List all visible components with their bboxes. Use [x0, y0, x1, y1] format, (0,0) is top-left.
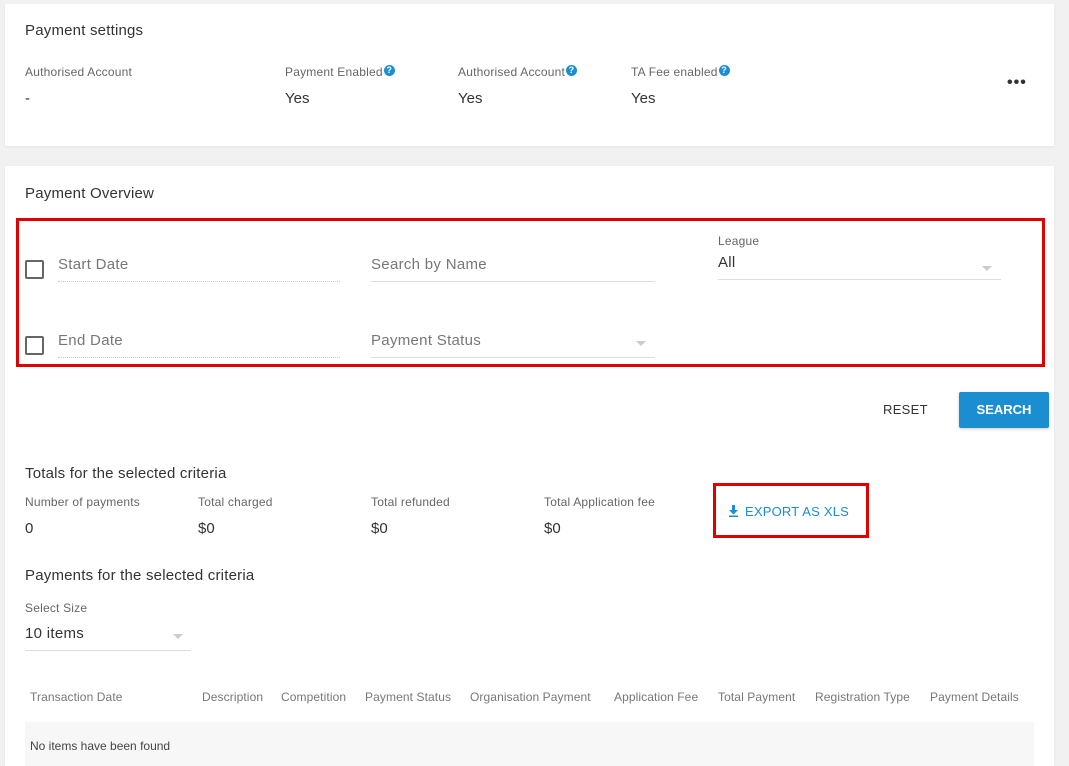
total-refunded-value: $0 [371, 520, 388, 537]
total-application-fee-value: $0 [544, 520, 561, 537]
authorised-account-status-label: Authorised Account? [458, 65, 578, 79]
reset-button[interactable]: RESET [883, 402, 928, 417]
total-charged-value: $0 [198, 520, 215, 537]
total-application-fee-label: Total Application fee [544, 495, 655, 509]
start-date-input[interactable]: Start Date [58, 256, 340, 282]
payments-title: Payments for the selected criteria [25, 567, 255, 584]
payment-enabled-label: Payment Enabled? [285, 65, 395, 79]
select-size-value: 10 items [25, 625, 85, 642]
column-header[interactable]: Competition [281, 690, 346, 704]
authorised-account-label: Authorised Account [25, 65, 133, 79]
total-refunded-label: Total refunded [371, 495, 450, 509]
more-options-icon[interactable]: ••• [1007, 74, 1027, 92]
end-date-input[interactable]: End Date [58, 332, 340, 358]
chevron-down-icon [173, 634, 183, 639]
help-icon[interactable]: ? [718, 65, 730, 76]
column-header[interactable]: Total Payment [718, 690, 795, 704]
payment-settings-card: Payment settings Authorised Account - Pa… [5, 4, 1054, 146]
column-header[interactable]: Payment Details [930, 690, 1019, 704]
search-button[interactable]: SEARCH [959, 392, 1049, 428]
export-xls-label: EXPORT AS XLS [745, 504, 850, 519]
column-header[interactable]: Registration Type [815, 690, 910, 704]
ta-fee-enabled-value: Yes [631, 90, 656, 107]
totals-title: Totals for the selected criteria [25, 465, 227, 482]
league-select[interactable]: All [718, 254, 1001, 280]
league-label: League [718, 234, 760, 248]
end-date-checkbox[interactable] [25, 336, 44, 355]
column-header[interactable]: Payment Status [365, 690, 451, 704]
start-date-checkbox[interactable] [25, 260, 44, 279]
select-size-label: Select Size [25, 601, 88, 615]
payment-status-select[interactable]: Payment Status [371, 332, 655, 358]
select-size-dropdown[interactable]: 10 items [25, 625, 191, 651]
total-charged-label: Total charged [198, 495, 273, 509]
chevron-down-icon [982, 266, 992, 271]
search-by-name-input[interactable]: Search by Name [371, 256, 655, 282]
column-header[interactable]: Application Fee [614, 690, 698, 704]
ta-fee-enabled-label: TA Fee enabled? [631, 65, 730, 79]
column-header[interactable]: Organisation Payment [470, 690, 591, 704]
number-of-payments-label: Number of payments [25, 495, 140, 509]
league-value: All [718, 254, 736, 271]
payment-overview-card: Payment Overview Start Date Search by Na… [5, 166, 1054, 766]
number-of-payments-value: 0 [25, 520, 34, 537]
help-icon[interactable]: ? [566, 65, 578, 76]
help-icon[interactable]: ? [383, 65, 395, 76]
authorised-account-status-value: Yes [458, 90, 483, 107]
payment-settings-title: Payment settings [25, 22, 144, 39]
export-xls-button[interactable]: EXPORT AS XLS [728, 504, 849, 519]
column-header[interactable]: Description [202, 690, 263, 704]
chevron-down-icon [636, 341, 646, 346]
column-header[interactable]: Transaction Date [30, 690, 123, 704]
payment-overview-title: Payment Overview [25, 185, 155, 202]
download-icon [729, 505, 738, 517]
table-empty-row: No items have been found [25, 722, 1034, 766]
empty-message: No items have been found [30, 739, 171, 753]
authorised-account-value: - [25, 90, 30, 107]
payment-enabled-value: Yes [285, 90, 310, 107]
